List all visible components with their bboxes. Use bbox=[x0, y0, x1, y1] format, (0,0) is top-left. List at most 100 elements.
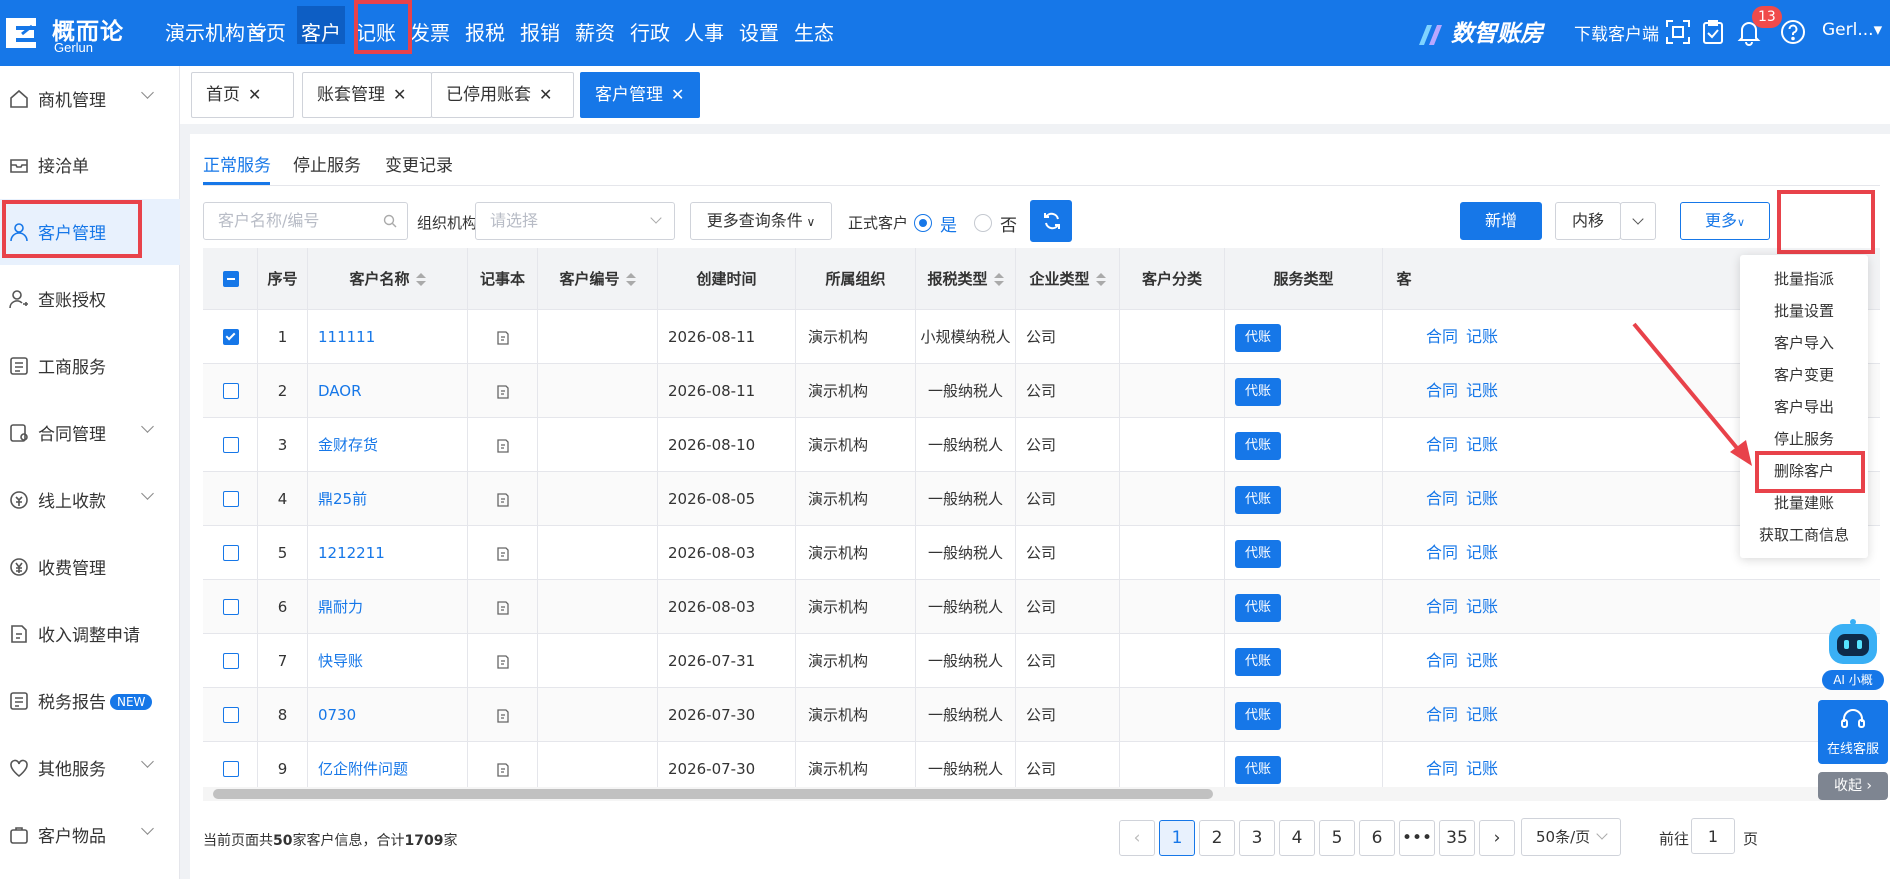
scrollbar-thumb[interactable] bbox=[213, 789, 1213, 799]
bookkeeping-link[interactable]: 记账 bbox=[1466, 472, 1498, 526]
horizontal-scrollbar[interactable] bbox=[203, 787, 1880, 801]
radio-yes[interactable] bbox=[914, 214, 932, 232]
row-checkbox[interactable] bbox=[223, 491, 239, 507]
search-input[interactable]: 客户名称/编号 bbox=[203, 202, 408, 240]
menu-delete-customer[interactable]: 删除客户 bbox=[1740, 455, 1868, 487]
sidebar-item-audit-auth[interactable]: 查账授权 bbox=[0, 266, 180, 332]
radio-no[interactable] bbox=[974, 214, 992, 232]
table-row[interactable]: 2 DAOR 2026-08-11 演示机构 一般纳税人 公司 代账 合同 记账 bbox=[203, 364, 1880, 418]
nav-reimburse[interactable]: 报销 bbox=[520, 17, 560, 46]
menu-change-customers[interactable]: 客户变更 bbox=[1740, 359, 1868, 391]
contract-link[interactable]: 合同 bbox=[1426, 742, 1458, 788]
menu-import-customers[interactable]: 客户导入 bbox=[1740, 327, 1868, 359]
cell-customer-name[interactable]: 快导账 bbox=[308, 634, 468, 688]
cell-notebook[interactable] bbox=[468, 526, 538, 580]
contract-link[interactable]: 合同 bbox=[1426, 526, 1458, 580]
cell-notebook[interactable] bbox=[468, 688, 538, 742]
cell-select[interactable] bbox=[203, 310, 258, 364]
row-checkbox[interactable] bbox=[223, 707, 239, 723]
cell-notebook[interactable] bbox=[468, 310, 538, 364]
cell-customer-name[interactable]: 金财存货 bbox=[308, 418, 468, 472]
page-button[interactable]: 2 bbox=[1199, 820, 1235, 856]
page-button[interactable]: 3 bbox=[1239, 820, 1275, 856]
nav-invoice[interactable]: 发票 bbox=[410, 17, 450, 46]
sidebar-item-contract[interactable]: 合同管理 bbox=[0, 400, 180, 466]
notebook-icon[interactable] bbox=[495, 546, 511, 562]
nav-customer[interactable]: 客户 bbox=[297, 6, 345, 45]
row-checkbox[interactable] bbox=[223, 761, 239, 777]
app-logo[interactable]: 概而论 Gerlun bbox=[0, 8, 140, 56]
close-icon[interactable]: ✕ bbox=[539, 85, 552, 104]
next-page-button[interactable]: › bbox=[1479, 820, 1515, 856]
notebook-icon[interactable] bbox=[495, 330, 511, 346]
page-button[interactable]: 35 bbox=[1439, 820, 1475, 856]
menu-batch-create-ledger[interactable]: 批量建账 bbox=[1740, 487, 1868, 519]
table-row[interactable]: 7 快导账 2026-07-31 演示机构 一般纳税人 公司 代账 合同 记账 bbox=[203, 634, 1880, 688]
row-checkbox[interactable] bbox=[223, 599, 239, 615]
move-dropdown-button[interactable] bbox=[1620, 202, 1656, 240]
sidebar-item-customer-management[interactable]: 客户管理 bbox=[0, 199, 180, 265]
contract-link[interactable]: 合同 bbox=[1426, 418, 1458, 472]
page-button[interactable]: 5 bbox=[1319, 820, 1355, 856]
notebook-icon[interactable] bbox=[495, 654, 511, 670]
cell-customer-name[interactable]: 鼎25前 bbox=[308, 472, 468, 526]
bookkeeping-link[interactable]: 记账 bbox=[1466, 418, 1498, 472]
cell-select[interactable] bbox=[203, 580, 258, 634]
sort-icon[interactable] bbox=[625, 272, 636, 287]
cell-select[interactable] bbox=[203, 472, 258, 526]
header-name[interactable]: 客户名称 bbox=[308, 248, 468, 310]
collapse-button[interactable]: 收起 › bbox=[1818, 772, 1888, 800]
cell-customer-name[interactable]: 亿企附件问题 bbox=[308, 742, 468, 788]
add-button[interactable]: 新增 bbox=[1460, 202, 1542, 240]
sidebar-item-other-services[interactable]: 其他服务 bbox=[0, 735, 180, 801]
cell-select[interactable] bbox=[203, 526, 258, 580]
notebook-icon[interactable] bbox=[495, 438, 511, 454]
header-select-all[interactable] bbox=[203, 248, 258, 310]
download-client-link[interactable]: 下载客户端 bbox=[1574, 20, 1659, 45]
page-tab-customer-management[interactable]: 客户管理 ✕ bbox=[580, 72, 700, 118]
menu-fetch-business-info[interactable]: 获取工商信息 bbox=[1740, 519, 1868, 551]
notebook-icon[interactable] bbox=[495, 492, 511, 508]
org-select[interactable]: 请选择 bbox=[475, 202, 675, 240]
table-row[interactable]: 4 鼎25前 2026-08-05 演示机构 一般纳税人 公司 代账 合同 记账 bbox=[203, 472, 1880, 526]
nav-salary[interactable]: 薪资 bbox=[575, 17, 615, 46]
row-checkbox[interactable] bbox=[223, 545, 239, 561]
cell-customer-name[interactable]: 111111 bbox=[308, 310, 468, 364]
page-tab-home[interactable]: 首页 ✕ bbox=[191, 72, 294, 118]
cell-customer-name[interactable]: DAOR bbox=[308, 364, 468, 418]
nav-admin[interactable]: 行政 bbox=[630, 17, 670, 46]
scan-icon[interactable] bbox=[1664, 18, 1692, 46]
pagination-ellipsis[interactable]: ••• bbox=[1399, 820, 1435, 856]
sidebar-item-engagement[interactable]: 接洽单 bbox=[0, 132, 180, 198]
sidebar-item-opportunity[interactable]: 商机管理 bbox=[0, 66, 180, 132]
cell-select[interactable] bbox=[203, 742, 258, 788]
table-row[interactable]: 1 111111 2026-08-11 演示机构 小规模纳税人 公司 代账 合同 记账 bbox=[203, 310, 1880, 364]
bookkeeping-link[interactable]: 记账 bbox=[1466, 634, 1498, 688]
more-button[interactable]: 更多∨ bbox=[1680, 202, 1770, 240]
menu-batch-assign[interactable]: 批量指派 bbox=[1740, 263, 1868, 295]
bookkeeping-link[interactable]: 记账 bbox=[1466, 364, 1498, 418]
bookkeeping-link[interactable]: 记账 bbox=[1466, 526, 1498, 580]
bookkeeping-link[interactable]: 记账 bbox=[1466, 688, 1498, 742]
prev-page-button[interactable]: ‹ bbox=[1119, 820, 1155, 856]
notebook-icon[interactable] bbox=[495, 708, 511, 724]
cell-notebook[interactable] bbox=[468, 634, 538, 688]
table-row[interactable]: 8 0730 2026-07-30 演示机构 一般纳税人 公司 代账 合同 记账 bbox=[203, 688, 1880, 742]
bookkeeping-link[interactable]: 记账 bbox=[1466, 742, 1498, 788]
more-conditions-button[interactable]: 更多查询条件 ∨ bbox=[690, 202, 832, 240]
contract-link[interactable]: 合同 bbox=[1426, 472, 1458, 526]
contract-link[interactable]: 合同 bbox=[1426, 688, 1458, 742]
subtab-normal-service[interactable]: 正常服务 bbox=[203, 151, 271, 176]
menu-stop-service[interactable]: 停止服务 bbox=[1740, 423, 1868, 455]
contract-link[interactable]: 合同 bbox=[1426, 634, 1458, 688]
row-checkbox[interactable] bbox=[223, 653, 239, 669]
sidebar-item-customer-items[interactable]: 客户物品 bbox=[0, 802, 180, 868]
sidebar-item-online-payment[interactable]: 线上收款 bbox=[0, 467, 180, 533]
sidebar-item-income-adjust[interactable]: 收入调整申请 bbox=[0, 601, 180, 667]
page-button[interactable]: 4 bbox=[1279, 820, 1315, 856]
sort-icon[interactable] bbox=[415, 272, 426, 287]
move-button[interactable]: 内移 bbox=[1555, 202, 1621, 240]
page-button[interactable]: 6 bbox=[1359, 820, 1395, 856]
sidebar-item-business-service[interactable]: 工商服务 bbox=[0, 333, 180, 399]
cell-notebook[interactable] bbox=[468, 580, 538, 634]
